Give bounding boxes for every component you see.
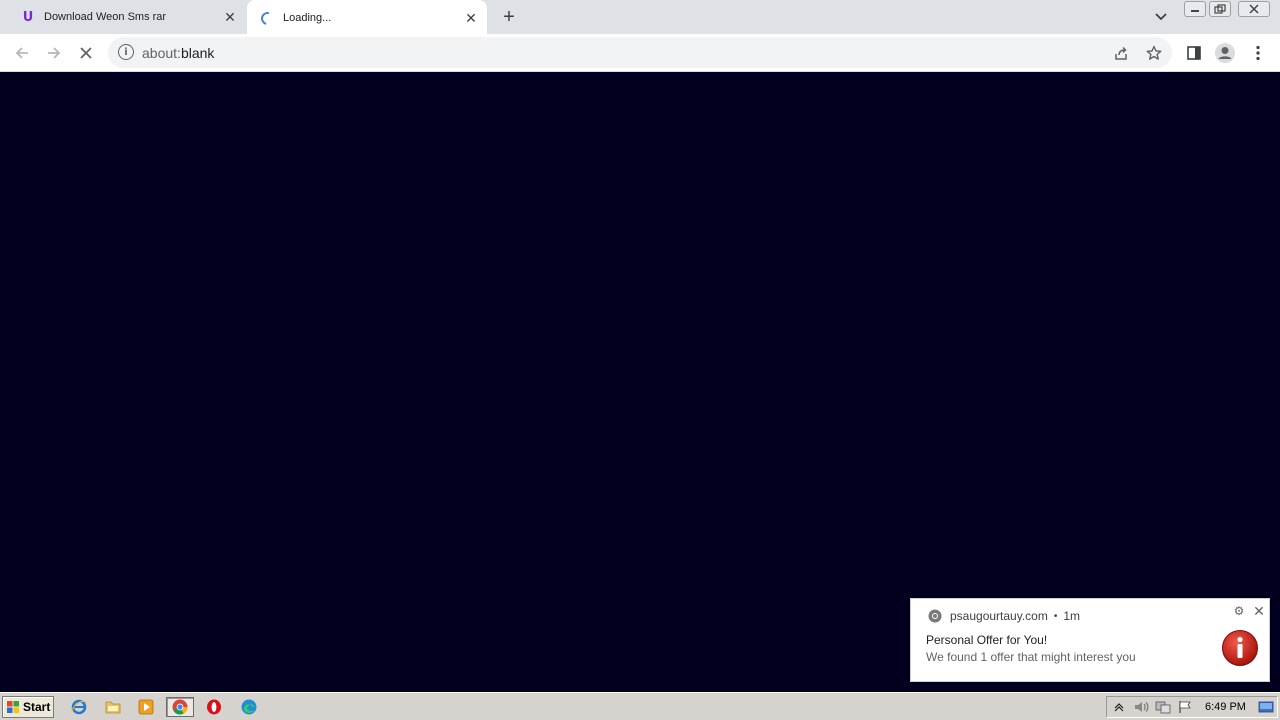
address-bar[interactable]: i about:blank (108, 37, 1172, 68)
network-icon[interactable] (1153, 698, 1173, 716)
close-icon (80, 47, 92, 59)
loading-spinner-icon (258, 9, 276, 27)
arrow-left-icon (15, 47, 28, 59)
close-window-button[interactable] (1238, 1, 1270, 17)
chrome-icon[interactable] (166, 697, 194, 717)
restore-button[interactable] (1209, 1, 1231, 17)
notification-source: psaugourtauy.com • 1m (928, 609, 1080, 623)
tab-title: Download Weon Sms rar (44, 11, 167, 23)
star-icon[interactable] (1144, 43, 1164, 63)
windows-logo-icon (7, 701, 19, 713)
browser-toolbar: i about:blank (0, 34, 1280, 72)
info-icon[interactable]: i (118, 44, 134, 60)
notification-title: Personal Offer for You! (926, 633, 1048, 647)
notification-body: We found 1 offer that might interest you (926, 650, 1136, 664)
profile-avatar-icon[interactable] (1214, 42, 1236, 64)
opera-icon[interactable] (203, 697, 225, 717)
system-tray: 6:49 PM (1106, 696, 1278, 718)
minimize-button[interactable] (1184, 1, 1206, 17)
new-tab-button[interactable]: + (497, 5, 521, 29)
u-logo-icon: U (22, 9, 34, 25)
folder-icon[interactable] (102, 697, 124, 717)
media-player-icon[interactable] (135, 697, 157, 717)
edge-icon[interactable] (238, 697, 260, 717)
tab-download-weon[interactable]: U Download Weon Sms rar ✕ (8, 0, 246, 34)
close-icon[interactable]: ✕ (222, 9, 238, 25)
chevron-down-icon[interactable] (1151, 8, 1171, 26)
tab-loading[interactable]: Loading... ✕ (247, 0, 487, 36)
kebab-menu-icon[interactable] (1247, 42, 1269, 64)
clock[interactable]: 6:49 PM (1205, 701, 1246, 713)
stop-loading-button[interactable] (73, 40, 99, 66)
gear-icon[interactable]: ⚙ (1232, 604, 1246, 618)
url-text[interactable]: about:blank (142, 45, 214, 61)
taskbar: Start 6:49 PM (0, 692, 1280, 720)
tab-title: Loading... (283, 12, 332, 24)
arrow-right-icon (48, 47, 61, 59)
back-button[interactable] (9, 40, 35, 66)
share-icon[interactable] (1111, 43, 1131, 63)
start-button[interactable]: Start (2, 696, 54, 718)
ie-icon[interactable] (68, 697, 90, 717)
tab-strip: U Download Weon Sms rar ✕ Loading... ✕ + (0, 0, 1280, 36)
flag-icon[interactable] (1175, 698, 1195, 716)
side-panel-icon[interactable] (1183, 42, 1205, 64)
close-icon[interactable]: ✕ (1251, 603, 1267, 619)
info-icon (1222, 630, 1258, 666)
close-icon[interactable]: ✕ (463, 10, 479, 26)
volume-icon[interactable] (1131, 698, 1151, 716)
forward-button[interactable] (41, 40, 67, 66)
chrome-icon (928, 609, 942, 623)
chevron-up-icon[interactable] (1109, 698, 1129, 716)
push-notification[interactable]: psaugourtauy.com • 1m ⚙ ✕ Personal Offer… (910, 598, 1270, 682)
show-desktop-icon[interactable] (1256, 698, 1276, 716)
